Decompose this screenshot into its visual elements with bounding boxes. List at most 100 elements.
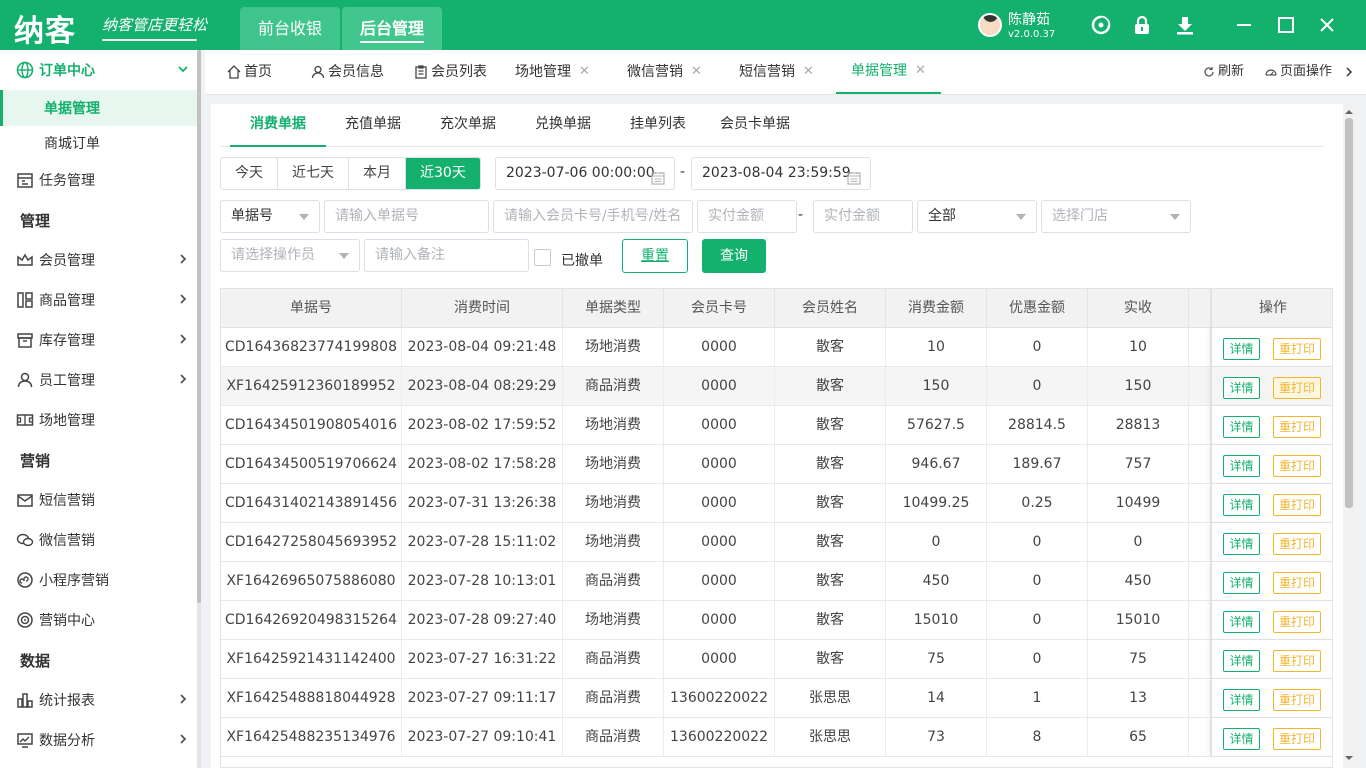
reprint-button[interactable]: 重打印: [1273, 728, 1321, 750]
reprint-button[interactable]: 重打印: [1273, 572, 1321, 594]
reprint-button[interactable]: 重打印: [1273, 533, 1321, 555]
user-name[interactable]: 陈静茹: [1008, 9, 1050, 29]
reprint-button[interactable]: 重打印: [1273, 494, 1321, 516]
sidebar-item-venue-mgmt[interactable]: 场地管理: [0, 402, 197, 438]
detail-button[interactable]: 详情: [1223, 338, 1260, 360]
date-today-button[interactable]: 今天: [221, 158, 278, 189]
tab-home[interactable]: 首页: [227, 50, 272, 94]
member-search-input[interactable]: 请输入会员卡号/手机号/姓名: [493, 200, 693, 233]
sidebar-scrollbar[interactable]: [197, 50, 201, 768]
end-date-field[interactable]: 2023-08-04 23:59:59: [691, 157, 871, 190]
subtab-pending[interactable]: 挂单列表: [630, 113, 686, 133]
table-row[interactable]: CD16434501908054016 2023-08-02 17:59:52 场地…: [221, 406, 1332, 445]
table-row[interactable]: CD16431402143891456 2023-07-31 13:26:38 场地…: [221, 484, 1332, 523]
tab-wechat[interactable]: 微信营销 ✕: [627, 50, 702, 94]
close-tab-icon[interactable]: ✕: [579, 49, 590, 95]
close-icon[interactable]: [1315, 13, 1339, 37]
date-30days-button[interactable]: 近30天: [406, 158, 480, 189]
remark-input[interactable]: 请输入备注: [364, 239, 529, 272]
receipt-type-select[interactable]: 单据号: [220, 200, 320, 233]
main-scrollbar[interactable]: [1343, 104, 1355, 768]
table-row[interactable]: XF16425488818044928 2023-07-27 09:11:17 商品…: [221, 679, 1332, 718]
user-avatar[interactable]: [978, 13, 1002, 37]
detail-button[interactable]: 详情: [1223, 455, 1260, 477]
revoked-label[interactable]: 已撤单: [561, 250, 603, 270]
detail-button[interactable]: 详情: [1223, 650, 1260, 672]
sidebar-item-receipt-mgmt[interactable]: 单据管理: [0, 90, 197, 126]
detail-button[interactable]: 详情: [1223, 689, 1260, 711]
sidebar-item-mall-orders[interactable]: 商城订单: [0, 125, 197, 161]
sidebar-item-sms-marketing[interactable]: 短信营销: [0, 482, 197, 518]
detail-button[interactable]: 详情: [1223, 377, 1260, 399]
revoked-checkbox[interactable]: [534, 249, 551, 266]
page-ops-button[interactable]: 页面操作: [1265, 50, 1332, 94]
status-select[interactable]: 全部: [917, 200, 1037, 233]
main-scrollbar-thumb[interactable]: [1345, 118, 1353, 508]
subtab-exchange[interactable]: 兑换单据: [535, 113, 591, 133]
reset-button[interactable]: 重置: [622, 239, 688, 273]
store-select[interactable]: 选择门店: [1041, 200, 1191, 233]
start-date-field[interactable]: 2023-07-06 00:00:00: [495, 157, 675, 190]
detail-button[interactable]: 详情: [1223, 728, 1260, 750]
tab-member-list[interactable]: 会员列表: [414, 50, 487, 94]
date-month-button[interactable]: 本月: [349, 158, 406, 189]
sidebar-item-reports[interactable]: 统计报表: [0, 682, 197, 718]
nav-backend-admin[interactable]: 后台管理: [342, 7, 443, 50]
sidebar-item-stock-mgmt[interactable]: 库存管理: [0, 322, 197, 358]
table-row[interactable]: XF16425921431142400 2023-07-27 16:31:22 商品…: [221, 640, 1332, 679]
table-row[interactable]: CD16434500519706624 2023-08-02 17:58:28 场地…: [221, 445, 1332, 484]
amount-min-input[interactable]: 实付金额: [697, 200, 797, 233]
tab-venue[interactable]: 场地管理 ✕: [515, 50, 590, 94]
subtab-times[interactable]: 充次单据: [440, 113, 496, 133]
subtab-member-card[interactable]: 会员卡单据: [720, 113, 790, 133]
operator-select[interactable]: 请选择操作员: [220, 239, 360, 272]
detail-button[interactable]: 详情: [1223, 416, 1260, 438]
reprint-button[interactable]: 重打印: [1273, 611, 1321, 633]
sidebar-item-miniapp-marketing[interactable]: 小程序营销: [0, 562, 197, 598]
reprint-button[interactable]: 重打印: [1273, 416, 1321, 438]
detail-button[interactable]: 详情: [1223, 533, 1260, 555]
sidebar-item-wechat-marketing[interactable]: 微信营销: [0, 522, 197, 558]
scroll-down-icon[interactable]: [1345, 750, 1353, 766]
support-icon[interactable]: [1089, 13, 1113, 37]
tab-member-info[interactable]: 会员信息: [311, 50, 384, 94]
sidebar-item-staff-mgmt[interactable]: 员工管理: [0, 362, 197, 398]
sidebar-item-analysis[interactable]: 数据分析: [0, 722, 197, 758]
subtab-recharge[interactable]: 充值单据: [345, 113, 401, 133]
sidebar-item-order-center[interactable]: 订单中心: [0, 52, 197, 88]
nav-front-cashier[interactable]: 前台收银: [240, 7, 341, 50]
tab-receipt[interactable]: 单据管理 ✕: [836, 50, 941, 94]
sidebar-item-member-mgmt[interactable]: 会员管理: [0, 242, 197, 278]
date-7days-button[interactable]: 近七天: [278, 158, 349, 189]
table-row[interactable]: CD16426920498315264 2023-07-28 09:27:40 场地…: [221, 601, 1332, 640]
close-tab-icon[interactable]: ✕: [915, 48, 926, 94]
minimize-icon[interactable]: [1232, 13, 1256, 37]
close-tab-icon[interactable]: ✕: [691, 49, 702, 95]
lock-icon[interactable]: [1130, 13, 1154, 37]
detail-button[interactable]: 详情: [1223, 494, 1260, 516]
reprint-button[interactable]: 重打印: [1273, 338, 1321, 360]
reprint-button[interactable]: 重打印: [1273, 455, 1321, 477]
chevron-right-icon[interactable]: [1344, 50, 1354, 94]
reprint-button[interactable]: 重打印: [1273, 650, 1321, 672]
table-row[interactable]: XF16425912360189952 2023-08-04 08:29:29 商品…: [221, 367, 1332, 406]
table-row[interactable]: CD16436823774199808 2023-08-04 09:21:48 场地…: [221, 328, 1332, 367]
close-tab-icon[interactable]: ✕: [803, 49, 814, 95]
detail-button[interactable]: 详情: [1223, 572, 1260, 594]
reprint-button[interactable]: 重打印: [1273, 689, 1321, 711]
download-icon[interactable]: [1173, 13, 1197, 37]
sidebar-item-marketing-center[interactable]: 营销中心: [0, 602, 197, 638]
reprint-button[interactable]: 重打印: [1273, 377, 1321, 399]
scroll-up-icon[interactable]: [1345, 104, 1353, 120]
sidebar-item-goods-mgmt[interactable]: 商品管理: [0, 282, 197, 318]
table-row[interactable]: XF16425488235134976 2023-07-27 09:10:41 商品…: [221, 718, 1332, 757]
tab-sms[interactable]: 短信营销 ✕: [739, 50, 814, 94]
subtab-consume[interactable]: 消费单据: [250, 113, 306, 133]
table-row[interactable]: XF16426965075886080 2023-07-28 10:13:01 商品…: [221, 562, 1332, 601]
query-button[interactable]: 查询: [702, 239, 766, 273]
table-row[interactable]: CD16427258045693952 2023-07-28 15:11:02 场地…: [221, 523, 1332, 562]
amount-max-input[interactable]: 实付金额: [813, 200, 913, 233]
sidebar-item-task-mgmt[interactable]: 任务管理: [0, 162, 197, 198]
maximize-icon[interactable]: [1274, 13, 1298, 37]
detail-button[interactable]: 详情: [1223, 611, 1260, 633]
